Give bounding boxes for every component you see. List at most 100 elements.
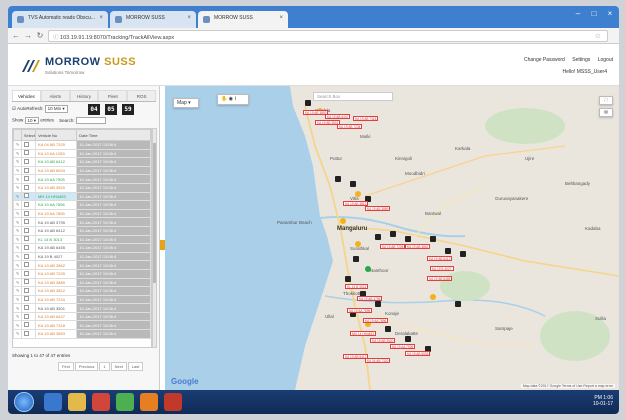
row-select-checkbox[interactable] bbox=[20, 277, 37, 288]
vehicle-tag[interactable]: KA 19 AA 7905 bbox=[390, 344, 416, 349]
line-tool-icon[interactable]: ⌇ bbox=[234, 96, 236, 102]
tab-history[interactable]: History bbox=[69, 90, 99, 101]
ie-icon[interactable] bbox=[44, 393, 62, 411]
pager-previous[interactable]: Previous bbox=[74, 362, 99, 371]
table-row[interactable]: ✎ KA 19 AB 3889 10-Jan-2017 13:06:4 bbox=[13, 277, 151, 288]
locate-vehicle-icon[interactable]: ✎ bbox=[13, 243, 22, 253]
vehicle-marker-icon[interactable] bbox=[305, 100, 311, 106]
vehicle-tag[interactable]: KA 19 AB 6455 bbox=[427, 276, 453, 281]
vehicle-tag[interactable]: KA 19 AB 6533 bbox=[405, 351, 431, 356]
vehicle-marker-icon[interactable] bbox=[345, 276, 351, 282]
media-player-icon[interactable] bbox=[92, 393, 110, 411]
vehicle-marker-icon[interactable] bbox=[350, 181, 356, 187]
table-row[interactable]: ✎ KA 19 AB 3520 10-Jan-2017 13:06:4 bbox=[13, 182, 151, 193]
vehicle-marker-icon[interactable] bbox=[335, 176, 341, 182]
vehicle-tag[interactable]: KA 19 AB 3889 bbox=[365, 206, 391, 211]
table-scrollbar[interactable] bbox=[152, 128, 157, 348]
table-row[interactable]: ✎ KA 19 AB 7205 10-Jan-2017 13:06:4 bbox=[13, 268, 151, 279]
column-header-date-time[interactable]: Date Time bbox=[76, 129, 151, 141]
row-select-checkbox[interactable] bbox=[20, 329, 37, 339]
locate-vehicle-icon[interactable]: ✎ bbox=[13, 182, 22, 193]
vehicle-tag[interactable]: KA 04 AB 7320 bbox=[365, 358, 391, 363]
vehicle-marker-icon[interactable] bbox=[405, 236, 411, 242]
entries-select[interactable]: 10 ▾ bbox=[24, 117, 40, 124]
chrome-icon[interactable] bbox=[116, 393, 134, 411]
locate-vehicle-icon[interactable]: ✎ bbox=[13, 174, 22, 184]
locate-vehicle-icon[interactable]: ✎ bbox=[13, 329, 22, 339]
locate-vehicle-icon[interactable]: ✎ bbox=[13, 225, 22, 236]
locate-vehicle-icon[interactable]: ✎ bbox=[13, 208, 22, 219]
locate-vehicle-icon[interactable]: ✎ bbox=[13, 268, 22, 279]
vehicle-tag[interactable]: KA 19 AB 6447 bbox=[325, 114, 351, 119]
browser-tab-active[interactable]: MORROW SUSS × bbox=[198, 11, 288, 28]
locate-vehicle-icon[interactable]: ✎ bbox=[13, 260, 22, 270]
vehicle-tag[interactable]: KA 19 AB 7318 bbox=[353, 116, 379, 121]
tab-alerts[interactable]: Alerts bbox=[40, 90, 70, 101]
table-row[interactable]: ✎ KA 19 AB 7318 10-Jan-2017 13:06:4 bbox=[13, 320, 151, 331]
vehicle-tag[interactable]: KA 19 AB 3795 bbox=[357, 296, 383, 301]
table-row[interactable]: ✎ KA 19 AB 6412 10-Jan-2017 13:06:4 bbox=[13, 157, 151, 167]
scrollbar-thumb[interactable] bbox=[153, 143, 156, 283]
tab-ros[interactable]: ROS bbox=[127, 90, 156, 101]
vehicle-marker-icon[interactable] bbox=[355, 191, 361, 197]
row-select-checkbox[interactable] bbox=[20, 191, 37, 202]
locate-vehicle-icon[interactable]: ✎ bbox=[13, 165, 22, 176]
minimize-icon[interactable]: – bbox=[571, 9, 585, 19]
locate-vehicle-icon[interactable]: ✎ bbox=[13, 200, 22, 210]
row-select-checkbox[interactable] bbox=[20, 286, 37, 296]
locate-vehicle-icon[interactable]: ✎ bbox=[13, 234, 22, 245]
close-tab-icon[interactable]: × bbox=[279, 15, 283, 21]
vehicle-tag[interactable]: KA 19 AB 7234 bbox=[337, 124, 363, 129]
settings-link[interactable]: Settings bbox=[572, 57, 590, 63]
map-type-select[interactable]: Map ▾ bbox=[173, 98, 199, 108]
row-select-checkbox[interactable] bbox=[20, 140, 37, 150]
table-row[interactable]: ✎ KA 19 AB 6412 10-Jan-2017 13:06:4 bbox=[13, 225, 151, 236]
row-select-checkbox[interactable] bbox=[20, 148, 37, 159]
map-area[interactable]: Map ▾ ✋ ◉ ⌇ Search Box ⛶ ▤ KumblaPutturV… bbox=[165, 86, 619, 390]
table-row[interactable]: ✎ KA 19 AB 3862 10-Jan-2017 13:06:4 bbox=[13, 260, 151, 270]
vehicle-marker-icon[interactable] bbox=[460, 251, 466, 257]
locate-vehicle-icon[interactable]: ✎ bbox=[13, 140, 22, 150]
hand-tool-icon[interactable]: ✋ bbox=[221, 96, 227, 102]
back-icon[interactable]: ← bbox=[11, 31, 21, 41]
vehicle-tag[interactable]: KL 14 B 3013 bbox=[345, 284, 369, 289]
row-select-checkbox[interactable] bbox=[20, 303, 37, 313]
pager-first[interactable]: First bbox=[58, 362, 74, 371]
locate-vehicle-icon[interactable]: ✎ bbox=[13, 286, 22, 296]
firefox-icon[interactable] bbox=[140, 393, 158, 411]
vehicle-tag[interactable]: KA 19 AA 7896 bbox=[363, 318, 389, 323]
table-row[interactable]: ✎ KA 19 AA 7896 10-Jan-2017 13:06:4 bbox=[13, 200, 151, 210]
vehicle-tag[interactable]: KA 19 AA 7895 bbox=[347, 308, 373, 313]
map-attribution[interactable]: Map data ©2017 Google Terms of Use Repor… bbox=[520, 384, 615, 388]
locate-vehicle-icon[interactable]: ✎ bbox=[13, 191, 22, 202]
locate-vehicle-icon[interactable]: ✎ bbox=[13, 320, 22, 331]
vehicle-marker-icon[interactable] bbox=[353, 256, 359, 262]
reload-icon[interactable]: ↻ bbox=[35, 31, 45, 41]
locate-vehicle-icon[interactable]: ✎ bbox=[13, 251, 22, 262]
locate-vehicle-icon[interactable]: ✎ bbox=[13, 311, 22, 322]
tab-fleet[interactable]: Fleet bbox=[98, 90, 128, 101]
table-search-input[interactable] bbox=[75, 117, 106, 124]
row-select-checkbox[interactable] bbox=[20, 268, 37, 279]
map-search-input[interactable]: Search Box bbox=[313, 92, 393, 101]
table-row[interactable]: ✎ KA 19 AB 3795 10-Jan-2017 13:06:4 bbox=[13, 217, 151, 227]
table-row[interactable]: ✎ MH 14 HH4493 10-Jan-2017 13:06:4 bbox=[13, 191, 151, 202]
fullscreen-button[interactable]: ⛶ bbox=[599, 96, 613, 105]
acrobat-icon[interactable] bbox=[164, 393, 182, 411]
auto-refresh-select[interactable]: 10 Min ▾ bbox=[44, 105, 68, 113]
close-tab-icon[interactable]: × bbox=[187, 15, 191, 21]
vehicle-tag[interactable]: KA 19 AB 3520 bbox=[370, 338, 396, 343]
table-row[interactable]: ✎ KA 04 AB 7320 10-Jan-2017 13:06:4 bbox=[13, 140, 151, 150]
vehicle-marker-icon[interactable] bbox=[390, 231, 396, 237]
system-tray-clock[interactable]: PM 1:06 10-01-17 bbox=[593, 395, 613, 407]
change-password-link[interactable]: Change Password bbox=[524, 57, 565, 63]
table-row[interactable]: ✎ KA 19 AA 1283 10-Jan-2017 13:06:4 bbox=[13, 148, 151, 159]
pager-next[interactable]: Next bbox=[110, 362, 127, 371]
vehicle-marker-icon[interactable] bbox=[430, 294, 436, 300]
pager-page-1[interactable]: 1 bbox=[99, 362, 110, 371]
vehicle-marker-icon[interactable] bbox=[445, 248, 451, 254]
vehicle-tag[interactable]: KA 19 AB 7205 bbox=[380, 244, 406, 249]
locate-vehicle-icon[interactable]: ✎ bbox=[13, 303, 22, 313]
vehicle-marker-icon[interactable] bbox=[455, 301, 461, 307]
locate-vehicle-icon[interactable]: ✎ bbox=[13, 294, 22, 305]
